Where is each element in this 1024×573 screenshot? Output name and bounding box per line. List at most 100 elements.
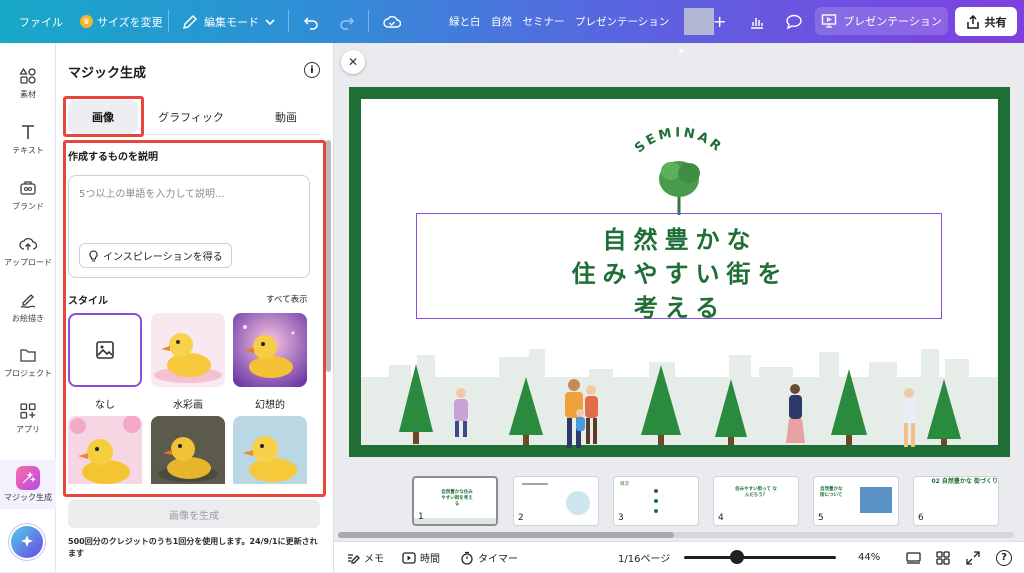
thumb-title: 02 自然豊かな 街づくり <box>931 478 998 485</box>
drag-handle <box>679 49 683 53</box>
cloud-save-button[interactable] <box>383 0 401 43</box>
title-textbox[interactable]: 自然豊かな 住みやすい街を 考える <box>416 213 942 322</box>
present-button[interactable]: プレゼンテーション <box>815 7 948 35</box>
divider <box>368 10 369 32</box>
timer-label: タイマー <box>478 554 518 565</box>
rail-label: アップロード <box>4 258 52 267</box>
rail-item-elements[interactable]: 素材 <box>0 65 56 100</box>
comment-icon <box>786 14 802 29</box>
grid-icon <box>936 550 950 565</box>
rail-label: 素材 <box>20 90 36 99</box>
scrollbar-thumb[interactable] <box>338 532 674 538</box>
avatar[interactable] <box>684 8 714 35</box>
bottom-bar: メモ 時間 タイマー 1/16ページ 44% ? <box>334 541 1024 572</box>
brand-icon <box>17 177 39 199</box>
panel-scrollbar[interactable] <box>326 140 331 372</box>
edit-mode-label: 編集モード <box>204 15 259 29</box>
rail-item-projects[interactable]: プロジェクト <box>0 344 56 379</box>
redo-icon <box>340 16 355 30</box>
page-number: 3 <box>618 513 624 523</box>
duration-label: 時間 <box>420 554 440 565</box>
title-line-3: 考える <box>633 294 727 322</box>
thumb-title: 住みやすい街って なんだろう？ <box>735 487 777 498</box>
duration-button[interactable]: 時間 <box>402 542 440 573</box>
page-thumb-3[interactable]: 目次 3 <box>613 476 699 526</box>
page-thumb-2[interactable]: 2 <box>513 476 599 526</box>
page-number: 5 <box>818 513 824 523</box>
zoom-slider[interactable] <box>684 556 836 559</box>
expand-icon <box>966 550 980 565</box>
add-collaborator-button[interactable]: + <box>713 0 726 43</box>
rail-item-upload[interactable]: アップロード <box>0 233 56 268</box>
rail-item-draw[interactable]: お絵描き <box>0 289 56 324</box>
notes-icon <box>348 553 360 564</box>
share-button[interactable]: 共有 <box>955 7 1017 36</box>
title-line-1: 自然豊かな <box>602 226 758 254</box>
zoom-slider-handle[interactable] <box>730 550 745 564</box>
edit-mode-dropdown[interactable]: 編集モード <box>182 0 275 43</box>
tab-video[interactable]: 動画 <box>250 100 322 134</box>
thumb-skyline <box>414 518 496 524</box>
rail-item-apps[interactable]: アプリ <box>0 400 56 435</box>
thumb-text <box>522 483 548 485</box>
page-number: 4 <box>718 513 724 523</box>
credits-note: 500回分のクレジットのうち1回分を使用します。24/9/1に更新されます <box>68 537 318 558</box>
page-thumb-5[interactable]: 自然豊かな街について 5 <box>813 476 899 526</box>
rail-label: ブランド <box>12 202 44 211</box>
resize-button[interactable]: ♛ サイズを変更 <box>80 0 163 43</box>
info-icon[interactable]: i <box>304 62 320 78</box>
page-view-button[interactable] <box>906 542 921 573</box>
slide-canvas[interactable]: SEMINAR 自然豊かな 住みやすい街を 考える <box>349 87 1010 457</box>
thumb-title: 目次 <box>620 482 629 487</box>
undo-button[interactable] <box>303 0 319 43</box>
rail-item-text[interactable]: テキスト <box>0 121 56 156</box>
tab-highlight <box>63 96 144 137</box>
insights-button[interactable] <box>742 8 772 35</box>
page-thumb-6[interactable]: 02 自然豊かな 街づくり 6 <box>913 476 999 526</box>
page-number: 2 <box>518 513 524 523</box>
rail-item-brand[interactable]: ブランド <box>0 177 56 212</box>
document-title-label: 緑と白 自然 セミナー プレゼンテーション <box>449 16 670 28</box>
assistant-button[interactable] <box>11 526 43 558</box>
page-filmstrip: 自然豊かな住みやすい街を考える 1 2 目次 3 住みやすい街って なんだろう？… <box>412 476 1012 528</box>
divider <box>288 10 289 32</box>
generate-button[interactable]: 画像を生成 <box>68 500 320 528</box>
apps-icon <box>17 400 39 422</box>
comment-button[interactable] <box>779 8 809 35</box>
zoom-level[interactable]: 44% <box>858 542 880 573</box>
chevron-down-icon <box>265 18 275 25</box>
tree-illustration <box>659 161 700 215</box>
title-line-2: 住みやすい街を <box>571 260 789 288</box>
help-button[interactable]: ? <box>996 542 1012 573</box>
page-thumb-4[interactable]: 住みやすい街って なんだろう？ 4 <box>713 476 799 526</box>
page-number: 6 <box>918 513 924 523</box>
tab-graphic[interactable]: グラフィック <box>150 100 232 134</box>
timer-button[interactable]: タイマー <box>460 542 518 573</box>
fullscreen-button[interactable] <box>966 542 980 573</box>
file-menu[interactable]: ファイル <box>19 0 63 43</box>
undo-icon <box>303 16 318 30</box>
grid-view-button[interactable] <box>936 542 950 573</box>
notes-button[interactable]: メモ <box>346 542 384 573</box>
present-label: プレゼンテーション <box>843 15 942 28</box>
pencil-icon <box>182 14 198 29</box>
top-toolbar: ファイル ♛ サイズを変更 編集モード 緑と白 自然 セミナー プレゼンテーショ… <box>0 0 1024 43</box>
folder-icon <box>17 344 39 366</box>
document-title[interactable]: 緑と白 自然 セミナー プレゼンテーション <box>449 0 669 43</box>
rail-label: プロジェクト <box>4 369 52 378</box>
play-box-icon <box>402 551 416 564</box>
form-highlight <box>63 140 326 497</box>
page-label: 1/16ページ <box>618 554 671 565</box>
elements-icon <box>17 65 39 87</box>
canvas-scrollbar[interactable] <box>338 532 1014 538</box>
close-panel-button[interactable]: ✕ <box>341 50 365 74</box>
rail-item-magic[interactable]: マジック生成 <box>0 460 56 509</box>
thumb-bullet <box>654 509 658 513</box>
panel-title: マジック生成 <box>68 66 147 81</box>
page-thumb-1[interactable]: 自然豊かな住みやすい街を考える 1 <box>412 476 498 526</box>
thumb-bullet <box>654 499 658 503</box>
upload-icon <box>17 233 39 255</box>
redo-button[interactable] <box>339 0 355 43</box>
page-indicator[interactable]: 1/16ページ <box>618 542 670 573</box>
notes-label: メモ <box>364 554 384 565</box>
